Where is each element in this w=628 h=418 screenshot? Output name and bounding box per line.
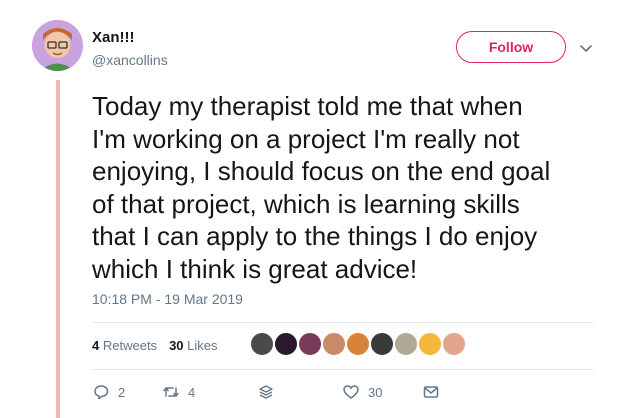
likes-stat[interactable]: 30 Likes <box>169 338 217 353</box>
reply-icon <box>94 385 109 400</box>
thread-line <box>56 80 60 418</box>
like-button[interactable]: 30 <box>342 383 422 401</box>
chevron-down-icon[interactable] <box>578 40 594 56</box>
heart-icon <box>343 385 359 399</box>
reply-count: 2 <box>118 384 126 400</box>
retweets-stat[interactable]: 4 Retweets <box>92 338 157 353</box>
retweet-icon <box>163 387 179 397</box>
likes-label: Likes <box>187 338 218 353</box>
liker-avatar[interactable] <box>297 331 323 357</box>
stack-icon <box>259 385 273 399</box>
retweets-label: Retweets <box>102 338 158 353</box>
retweets-count: 4 <box>92 338 100 353</box>
likes-count: 30 <box>169 338 184 353</box>
liker-avatar[interactable] <box>441 331 467 357</box>
divider <box>92 369 594 370</box>
author-avatar[interactable] <box>32 20 83 71</box>
tweet-actions: 2 4 30 <box>92 383 440 401</box>
envelope-icon <box>423 386 439 398</box>
tweet-timestamp[interactable]: 10:18 PM - 19 Mar 2019 <box>92 291 243 307</box>
liker-avatar[interactable] <box>321 331 347 357</box>
follow-button[interactable]: Follow <box>456 31 566 63</box>
liker-avatar[interactable] <box>249 331 275 357</box>
stack-button[interactable] <box>257 383 342 401</box>
engagement-stats: 4 Retweets 30 Likes <box>92 338 218 353</box>
liker-avatar[interactable] <box>393 331 419 357</box>
liker-avatar[interactable] <box>369 331 395 357</box>
retweet-button[interactable]: 4 <box>162 383 257 401</box>
liker-avatars <box>249 331 467 357</box>
liker-avatar[interactable] <box>345 331 371 357</box>
tweet-text: Today my therapist told me that when I'm… <box>92 91 551 284</box>
like-count: 30 <box>368 384 383 400</box>
reply-button[interactable]: 2 <box>92 383 162 401</box>
retweet-count: 4 <box>188 384 196 400</box>
author-display-name[interactable]: Xan!!! <box>92 29 135 46</box>
divider <box>92 322 594 323</box>
liker-avatar[interactable] <box>273 331 299 357</box>
author-handle[interactable]: @xancollins <box>92 52 168 68</box>
liker-avatar[interactable] <box>417 331 443 357</box>
direct-message-button[interactable] <box>422 383 440 401</box>
